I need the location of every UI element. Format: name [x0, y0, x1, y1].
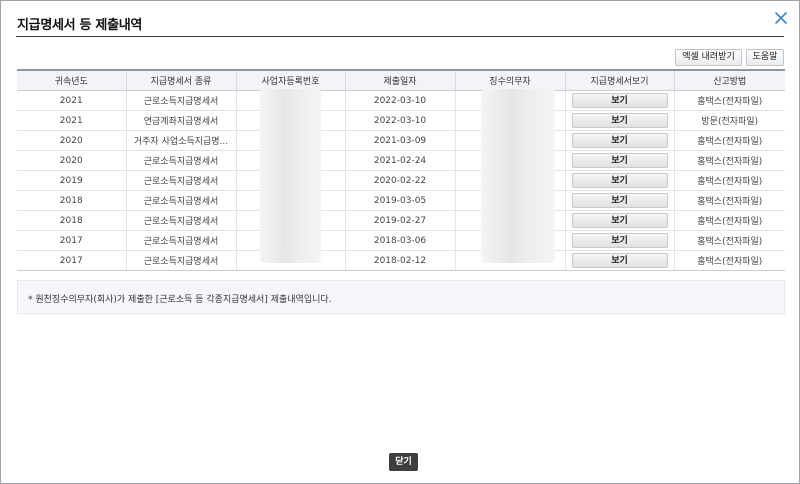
cell-submit-date: 2022-03-10: [344, 90, 455, 111]
redacted-payer: [481, 89, 555, 263]
cell-view: 보기: [564, 230, 674, 251]
cell-year: 2020: [17, 150, 126, 171]
table-row: 2020 거주자 사업소득지급명... 2021-03-09 보기 홈택스(전자파일): [17, 130, 785, 151]
view-statement-button[interactable]: 보기: [571, 213, 668, 228]
title-divider: [16, 36, 784, 37]
cell-method: 홈택스(전자파일): [673, 230, 785, 251]
table-header-row: 귀속년도 지급명세서 종류 사업자등록번호 제출일자 징수의무자 지급명세서보기…: [17, 69, 785, 91]
close-button[interactable]: 닫기: [389, 453, 418, 471]
dialog-title: 지급명세서 등 제출내역: [17, 18, 143, 33]
cell-view: 보기: [564, 190, 674, 211]
header-payer: 징수의무자: [454, 69, 565, 91]
view-statement-button[interactable]: 보기: [571, 113, 668, 128]
view-statement-button[interactable]: 보기: [571, 153, 668, 168]
cell-kind: 근로소득지급명세서: [125, 210, 236, 231]
cell-view: 보기: [564, 130, 674, 151]
header-kind: 지급명세서 종류: [125, 69, 236, 91]
submission-table: 귀속년도 지급명세서 종류 사업자등록번호 제출일자 징수의무자 지급명세서보기…: [17, 69, 785, 271]
table-row: 2018 근로소득지급명세서 2019-02-27 보기 홈택스(전자파일): [17, 210, 785, 231]
cell-method: 홈택스(전자파일): [673, 250, 785, 271]
cell-year: 2021: [17, 90, 126, 111]
header-biz-no: 사업자등록번호: [235, 69, 345, 91]
cell-view: 보기: [564, 110, 674, 131]
cell-kind: 근로소득지급명세서: [125, 190, 236, 211]
cell-method: 방문(전자파일): [673, 110, 785, 131]
notice-box: * 원천징수의무자(회사)가 제출한 [근로소득 등 각종지급명세서] 제출내역…: [17, 280, 785, 314]
cell-kind: 거주자 사업소득지급명...: [125, 130, 236, 151]
cell-submit-date: 2020-02-22: [344, 170, 455, 191]
table-row: 2018 근로소득지급명세서 2019-03-05 보기 홈택스(전자파일): [17, 190, 785, 211]
cell-year: 2021: [17, 110, 126, 131]
cell-submit-date: 2022-03-10: [344, 110, 455, 131]
cell-view: 보기: [564, 250, 674, 271]
cell-submit-date: 2018-02-12: [344, 250, 455, 271]
view-statement-button[interactable]: 보기: [571, 233, 668, 248]
cell-kind: 근로소득지급명세서: [125, 90, 236, 111]
close-x-icon[interactable]: [773, 10, 789, 26]
cell-kind: 연금계좌지급명세서: [125, 110, 236, 131]
cell-year: 2018: [17, 190, 126, 211]
cell-year: 2017: [17, 230, 126, 251]
cell-year: 2018: [17, 210, 126, 231]
cell-view: 보기: [564, 90, 674, 111]
cell-year: 2017: [17, 250, 126, 271]
table-row: 2021 근로소득지급명세서 2022-03-10 보기 홈택스(전자파일): [17, 90, 785, 111]
excel-download-button[interactable]: 엑셀 내려받기: [675, 49, 742, 66]
table-row: 2019 근로소득지급명세서 2020-02-22 보기 홈택스(전자파일): [17, 170, 785, 191]
cell-submit-date: 2021-02-24: [344, 150, 455, 171]
header-method: 신고방법: [673, 69, 785, 91]
header-submit-date: 제출일자: [344, 69, 455, 91]
cell-view: 보기: [564, 210, 674, 231]
cell-kind: 근로소득지급명세서: [125, 230, 236, 251]
table-row: 2021 연금계좌지급명세서 2022-03-10 보기 방문(전자파일): [17, 110, 785, 131]
cell-kind: 근로소득지급명세서: [125, 150, 236, 171]
table-row: 2017 근로소득지급명세서 2018-03-06 보기 홈택스(전자파일): [17, 230, 785, 251]
header-year: 귀속년도: [17, 69, 126, 91]
view-statement-button[interactable]: 보기: [571, 253, 668, 268]
cell-kind: 근로소득지급명세서: [125, 170, 236, 191]
cell-view: 보기: [564, 150, 674, 171]
notice-text: * 원천징수의무자(회사)가 제출한 [근로소득 등 각종지급명세서] 제출내역…: [28, 295, 332, 305]
cell-method: 홈택스(전자파일): [673, 210, 785, 231]
cell-submit-date: 2019-02-27: [344, 210, 455, 231]
cell-method: 홈택스(전자파일): [673, 130, 785, 151]
cell-submit-date: 2021-03-09: [344, 130, 455, 151]
header-view: 지급명세서보기: [564, 69, 674, 91]
submission-history-dialog: 지급명세서 등 제출내역 엑셀 내려받기 도움말 귀속년도 지급명세서 종류 사…: [0, 0, 800, 484]
view-statement-button[interactable]: 보기: [571, 93, 668, 108]
cell-submit-date: 2018-03-06: [344, 230, 455, 251]
cell-submit-date: 2019-03-05: [344, 190, 455, 211]
cell-kind: 근로소득지급명세서: [125, 250, 236, 271]
table-row: 2017 근로소득지급명세서 2018-02-12 보기 홈택스(전자파일): [17, 250, 785, 271]
cell-year: 2019: [17, 170, 126, 191]
cell-year: 2020: [17, 130, 126, 151]
cell-method: 홈택스(전자파일): [673, 170, 785, 191]
cell-view: 보기: [564, 170, 674, 191]
view-statement-button[interactable]: 보기: [571, 133, 668, 148]
redacted-biz-no: [260, 89, 321, 263]
cell-method: 홈택스(전자파일): [673, 90, 785, 111]
table-row: 2020 근로소득지급명세서 2021-02-24 보기 홈택스(전자파일): [17, 150, 785, 171]
help-button[interactable]: 도움말: [746, 49, 784, 66]
cell-method: 홈택스(전자파일): [673, 150, 785, 171]
view-statement-button[interactable]: 보기: [571, 173, 668, 188]
cell-method: 홈택스(전자파일): [673, 190, 785, 211]
view-statement-button[interactable]: 보기: [571, 193, 668, 208]
